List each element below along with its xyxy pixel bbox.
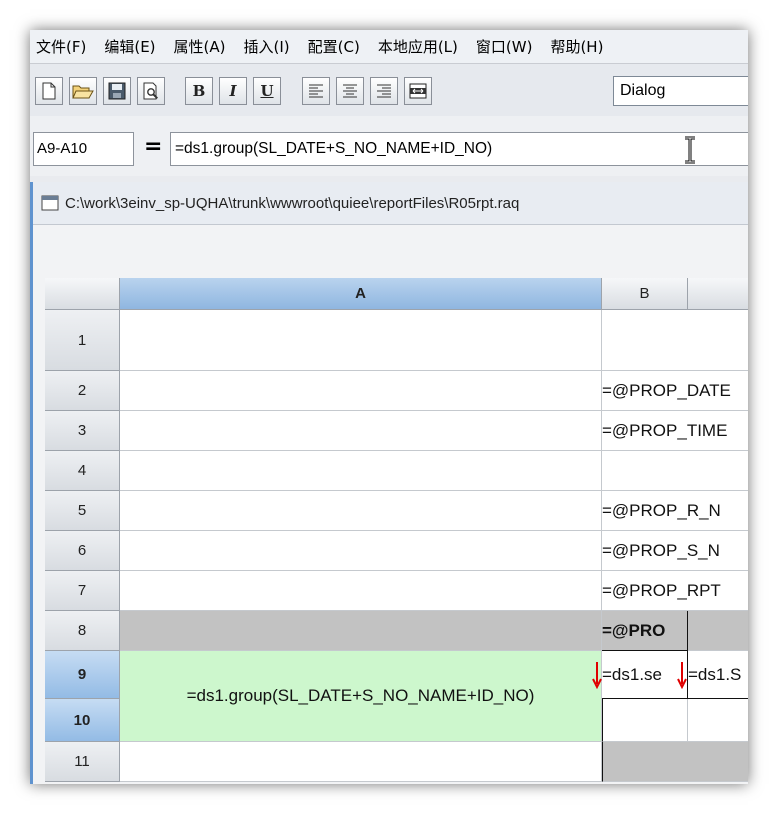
menu-insert[interactable]: 插入(I)	[244, 36, 290, 57]
expand-down-arrow-icon	[677, 662, 687, 689]
window-icon	[41, 195, 59, 211]
merge-cells-button[interactable]	[404, 77, 432, 105]
application-window: 文件(F) 编辑(E) 属性(A) 插入(I) 配置(C) 本地应用(L) 窗口…	[30, 30, 748, 784]
merge-cells-icon	[409, 83, 427, 99]
cell-a7[interactable]	[120, 571, 602, 611]
row-header-10[interactable]: 10	[45, 699, 120, 742]
cell-b3[interactable]: =@PROP_TIME	[602, 411, 748, 451]
column-header-b[interactable]: B	[602, 278, 688, 310]
align-center-icon	[343, 84, 357, 98]
cell-b10[interactable]	[602, 699, 688, 742]
menu-properties[interactable]: 属性(A)	[174, 36, 226, 57]
align-right-icon	[377, 84, 391, 98]
cell-b3-text: =@PROP_TIME	[602, 420, 728, 440]
row-header-6[interactable]: 6	[45, 531, 120, 571]
menu-file[interactable]: 文件(F)	[36, 36, 86, 57]
cell-b6-text: =@PROP_S_N	[602, 540, 720, 560]
cell-a9-a10-merged[interactable]: =ds1.group(SL_DATE+S_NO_NAME+ID_NO)	[120, 651, 602, 742]
cell-b7[interactable]: =@PROP_RPT	[602, 571, 748, 611]
cell-c10[interactable]	[688, 699, 748, 742]
row-header-7[interactable]: 7	[45, 571, 120, 611]
italic-icon: I	[229, 82, 237, 100]
new-file-icon	[42, 82, 56, 100]
expand-down-arrow-icon	[592, 662, 602, 689]
align-center-button[interactable]	[336, 77, 364, 105]
save-icon	[108, 82, 126, 100]
cell-reference-box[interactable]: A9-A10	[33, 132, 134, 166]
cell-a11[interactable]	[120, 742, 602, 782]
align-left-button[interactable]	[302, 77, 330, 105]
column-header-c[interactable]	[688, 278, 748, 310]
menu-window[interactable]: 窗口(W)	[476, 36, 533, 57]
cell-a2[interactable]	[120, 371, 602, 411]
cell-a5[interactable]	[120, 491, 602, 531]
cell-a9-formula: =ds1.group(SL_DATE+S_NO_NAME+ID_NO)	[186, 686, 535, 705]
row-header-11[interactable]: 11	[45, 742, 120, 782]
cell-a1[interactable]	[120, 310, 602, 371]
row-header-2[interactable]: 2	[45, 371, 120, 411]
document-path: C:\work\3einv_sp-UQHA\trunk\wwwroot\quie…	[65, 194, 520, 212]
bold-icon: B	[192, 82, 206, 100]
cell-b4[interactable]	[602, 451, 748, 491]
cell-a4[interactable]	[120, 451, 602, 491]
cell-c9-text: =ds1.S	[688, 664, 742, 684]
text-cursor-icon	[685, 136, 695, 164]
cell-c9[interactable]: =ds1.S	[688, 651, 748, 699]
cell-b1[interactable]	[602, 310, 748, 371]
menu-bar: 文件(F) 编辑(E) 属性(A) 插入(I) 配置(C) 本地应用(L) 窗口…	[30, 30, 748, 63]
report-editor-frame: C:\work\3einv_sp-UQHA\trunk\wwwroot\quie…	[30, 182, 748, 784]
row-header-4[interactable]: 4	[45, 451, 120, 491]
cell-b9-text: =ds1.se	[602, 664, 663, 684]
row-header-9[interactable]: 9	[45, 651, 120, 699]
formula-input[interactable]: =ds1.group(SL_DATE+S_NO_NAME+ID_NO)	[170, 132, 748, 166]
print-preview-icon	[143, 82, 159, 100]
menu-local-apps[interactable]: 本地应用(L)	[378, 36, 458, 57]
new-file-button[interactable]	[35, 77, 63, 105]
cell-b2-text: =@PROP_DATE	[602, 380, 731, 400]
font-family-select[interactable]: Dialog	[613, 76, 748, 106]
equals-icon: =	[144, 134, 163, 159]
toolbar: B I U Dialog	[30, 63, 748, 117]
save-button[interactable]	[103, 77, 131, 105]
cell-b8-text: =@PRO	[602, 620, 666, 640]
row-header-3[interactable]: 3	[45, 411, 120, 451]
document-tab[interactable]: C:\work\3einv_sp-UQHA\trunk\wwwroot\quie…	[33, 182, 748, 225]
row-header-5[interactable]: 5	[45, 491, 120, 531]
menu-help[interactable]: 帮助(H)	[550, 36, 603, 57]
row-header-1[interactable]: 1	[45, 310, 120, 371]
cell-b9[interactable]: =ds1.se	[602, 651, 688, 699]
print-preview-button[interactable]	[137, 77, 165, 105]
open-folder-icon	[72, 85, 94, 99]
row-header-8[interactable]: 8	[45, 611, 120, 651]
column-header-a[interactable]: A	[120, 278, 602, 310]
cell-b7-text: =@PROP_RPT	[602, 580, 721, 600]
grid-corner[interactable]	[45, 278, 120, 310]
cell-b2[interactable]: =@PROP_DATE	[602, 371, 748, 411]
underline-icon: U	[260, 82, 274, 100]
cell-b5[interactable]: =@PROP_R_N	[602, 491, 748, 531]
menu-edit[interactable]: 编辑(E)	[104, 36, 155, 57]
cell-a3[interactable]	[120, 411, 602, 451]
bold-button[interactable]: B	[185, 77, 213, 105]
underline-button[interactable]: U	[253, 77, 281, 105]
align-right-button[interactable]	[370, 77, 398, 105]
italic-button[interactable]: I	[219, 77, 247, 105]
open-button[interactable]	[69, 77, 97, 105]
formula-bar: A9-A10 = =ds1.group(SL_DATE+S_NO_NAME+ID…	[30, 116, 748, 176]
cell-b11[interactable]	[602, 742, 748, 782]
report-grid: A B 1 2 3 4 5 6 7 8 9 10 11 =ds1.group(S…	[45, 278, 748, 782]
cell-a8[interactable]	[120, 611, 602, 651]
menu-config[interactable]: 配置(C)	[308, 36, 360, 57]
cell-b5-text: =@PROP_R_N	[602, 500, 721, 520]
cell-b6[interactable]: =@PROP_S_N	[602, 531, 748, 571]
cell-a6[interactable]	[120, 531, 602, 571]
cell-b8[interactable]: =@PRO	[602, 611, 688, 651]
cell-c8[interactable]	[688, 611, 748, 651]
align-left-icon	[309, 84, 323, 98]
